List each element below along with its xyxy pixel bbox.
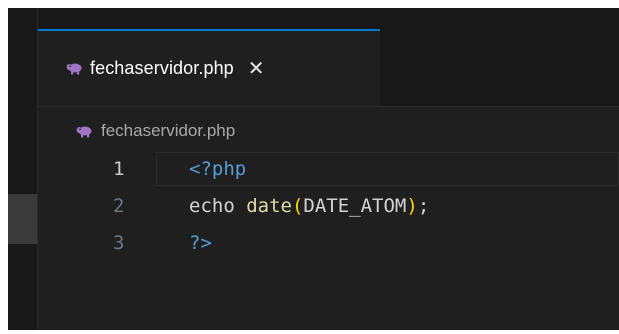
code-token: echo xyxy=(189,195,247,217)
code-token: ) xyxy=(406,195,418,217)
breadcrumb[interactable]: fechaservidor.php xyxy=(76,121,235,141)
activity-bar-highlight[interactable] xyxy=(8,194,37,244)
tab-bar: fechaservidor.php ✕ xyxy=(38,8,619,107)
editor-window: fechaservidor.php ✕ fechaservidor.php 1 … xyxy=(8,8,619,330)
code-text: echo date(DATE_ATOM); xyxy=(189,195,429,217)
tab-fechaservidor-php[interactable]: fechaservidor.php ✕ xyxy=(38,29,380,106)
breadcrumb-file-label: fechaservidor.php xyxy=(101,121,236,140)
tab-title: fechaservidor.php xyxy=(90,58,234,78)
code-editor[interactable]: fechaservidor.php 1 <?php 2 echo date(DA… xyxy=(38,107,619,330)
activity-bar xyxy=(8,8,38,330)
code-token: ; xyxy=(417,195,430,217)
code-token: ?> xyxy=(189,232,212,254)
screenshot-frame: fechaservidor.php ✕ fechaservidor.php 1 … xyxy=(0,0,619,334)
code-token: date xyxy=(246,195,292,217)
code-line-2[interactable]: 2 echo date(DATE_ATOM); xyxy=(38,195,619,231)
line-number: 3 xyxy=(113,232,125,254)
php-elephant-icon xyxy=(76,125,93,138)
code-token: DATE_ATOM xyxy=(303,195,407,217)
line-number: 1 xyxy=(113,158,125,180)
code-text: <?php xyxy=(189,158,246,180)
close-icon[interactable]: ✕ xyxy=(248,59,265,79)
code-text: ?> xyxy=(189,232,212,254)
code-token: ( xyxy=(291,195,304,217)
code-line-3[interactable]: 3 ?> xyxy=(38,232,619,268)
code-line-1[interactable]: 1 <?php xyxy=(38,158,619,194)
code-token: <?php xyxy=(189,158,247,180)
line-number: 2 xyxy=(113,195,125,217)
php-elephant-icon xyxy=(66,62,83,75)
